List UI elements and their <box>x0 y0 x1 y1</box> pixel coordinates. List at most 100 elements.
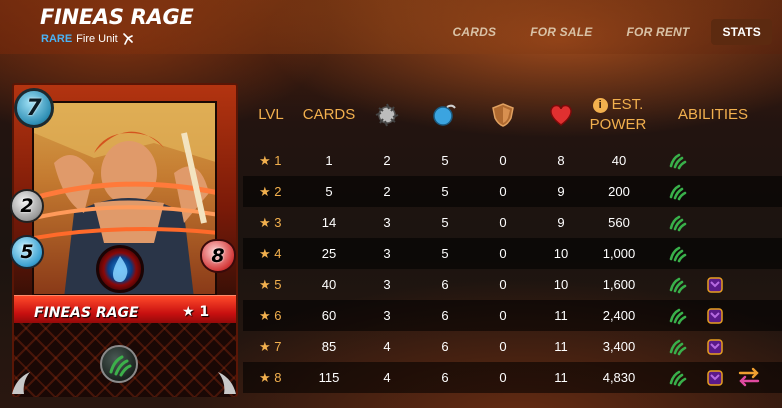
cell-armor: 0 <box>499 370 507 385</box>
tab-for-sale[interactable]: FOR SALE <box>518 19 604 45</box>
cell-lvl: ★ 3 <box>259 215 282 230</box>
table-header: LVL CARDS i EST. POWER ABILITIES <box>243 88 782 145</box>
cell-lvl: ★ 8 <box>259 370 282 385</box>
speed-orb: 5 <box>10 235 44 269</box>
cell-power: 1,000 <box>602 246 636 261</box>
melee-attack-icon <box>371 102 403 132</box>
cell-speed: 6 <box>441 370 449 385</box>
melee-attack-orb: 2 <box>10 189 44 223</box>
table-row: ★ 7 85 4 6 0 11 3,400 <box>243 331 782 362</box>
health-orb: 8 <box>200 239 236 273</box>
table-row: ★ 4 25 3 5 0 10 1,000 <box>243 238 782 269</box>
cell-cards: 14 <box>321 215 337 230</box>
cell-health: 11 <box>554 308 568 323</box>
cell-lvl: ★ 2 <box>259 184 282 199</box>
claw-icon[interactable] <box>667 336 687 356</box>
potion-icon[interactable] <box>705 305 725 325</box>
table-row: ★ 1 1 2 5 0 8 40 <box>243 145 782 176</box>
claw-icon[interactable] <box>667 181 687 201</box>
cell-armor: 0 <box>499 153 507 168</box>
cell-cards: 85 <box>321 339 337 354</box>
cell-attack: 3 <box>383 215 391 230</box>
cell-armor: 0 <box>499 339 507 354</box>
cell-speed: 5 <box>441 246 449 261</box>
header-lvl: LVL <box>258 106 284 123</box>
claw-icon[interactable] <box>667 305 687 325</box>
table-row: ★ 5 40 3 6 0 10 1,600 <box>243 269 782 300</box>
cell-speed: 6 <box>441 339 449 354</box>
rarity-label: RARE <box>41 33 73 45</box>
info-icon[interactable]: i <box>592 97 608 113</box>
cell-power: 40 <box>611 153 627 168</box>
cell-speed: 5 <box>441 153 449 168</box>
cell-power: 200 <box>608 184 630 199</box>
cell-health: 9 <box>557 184 565 199</box>
cell-lvl: ★ 5 <box>259 277 282 292</box>
cell-armor: 0 <box>499 215 507 230</box>
cell-attack: 4 <box>383 339 391 354</box>
cell-power: 3,400 <box>602 339 636 354</box>
claw-icon[interactable] <box>667 212 687 232</box>
cell-cards: 1 <box>325 153 333 168</box>
cell-power: 560 <box>608 215 630 230</box>
cell-power: 2,400 <box>602 308 636 323</box>
cell-health: 11 <box>554 339 568 354</box>
card-image: FINEAS RAGE ★ 1 7 2 5 8 <box>4 83 238 401</box>
mana-orb: 7 <box>14 88 54 128</box>
tab-for-rent[interactable]: FOR RENT <box>615 19 702 45</box>
cell-health: 9 <box>557 215 565 230</box>
cell-attack: 3 <box>383 246 391 261</box>
water-element-icon <box>96 245 144 293</box>
cell-lvl: ★ 7 <box>259 339 282 354</box>
cell-health: 10 <box>553 246 569 261</box>
cell-speed: 5 <box>441 215 449 230</box>
cell-health: 8 <box>557 153 565 168</box>
table-body: ★ 1 1 2 5 0 8 40 ★ 2 5 2 5 0 9 200 ★ 3 14 3 5 0 9 560 ★ 4 25 3 5… <box>243 145 782 393</box>
tab-stats[interactable]: STATS <box>711 19 772 45</box>
potion-icon[interactable] <box>705 336 725 356</box>
table-row: ★ 6 60 3 6 0 11 2,400 <box>243 300 782 331</box>
header-cards: CARDS <box>302 106 356 123</box>
claw-icon <box>100 345 138 383</box>
cell-lvl: ★ 4 <box>259 246 282 261</box>
header-est-power: i EST. POWER <box>583 94 653 135</box>
potion-icon[interactable] <box>705 274 725 294</box>
cell-attack: 2 <box>383 184 391 199</box>
unit-type-label: Fire Unit <box>76 33 118 45</box>
header-abilities: ABILITIES <box>677 106 749 123</box>
claw-icon[interactable] <box>667 367 687 387</box>
cell-armor: 0 <box>499 277 507 292</box>
cell-lvl: ★ 1 <box>259 153 282 168</box>
cell-cards: 60 <box>321 308 337 323</box>
stats-table: LVL CARDS i EST. POWER ABILITIES ★ 1 1 2… <box>243 88 782 393</box>
cell-cards: 115 <box>318 370 340 385</box>
claw-icon[interactable] <box>667 150 687 170</box>
header: FINEAS RAGE RARE Fire Unit CARDS FOR SAL… <box>0 0 782 54</box>
melee-type-icon <box>122 33 133 45</box>
cell-speed: 5 <box>441 184 449 199</box>
cell-health: 10 <box>553 277 569 292</box>
cell-armor: 0 <box>499 308 507 323</box>
cell-attack: 2 <box>383 153 391 168</box>
speed-icon <box>428 102 460 132</box>
potion-icon[interactable] <box>705 367 725 387</box>
cell-lvl: ★ 6 <box>259 308 282 323</box>
cell-cards: 40 <box>321 277 337 292</box>
cell-speed: 6 <box>441 277 449 292</box>
claw-icon[interactable] <box>667 274 687 294</box>
page-title: FINEAS RAGE <box>40 5 194 29</box>
card-level: ★ 1 <box>182 304 210 320</box>
card-subtitle: RARE Fire Unit <box>41 33 134 45</box>
table-row: ★ 8 115 4 6 0 11 4,830 <box>243 362 782 393</box>
cell-speed: 6 <box>441 308 449 323</box>
card-corner-ornament-left <box>12 372 30 394</box>
claw-icon[interactable] <box>667 243 687 263</box>
tab-cards[interactable]: CARDS <box>441 19 509 45</box>
nav-tabs: CARDS FOR SALE FOR RENT STATS <box>431 19 772 45</box>
cell-armor: 0 <box>499 184 507 199</box>
swap-arrows-icon[interactable] <box>737 367 760 387</box>
cell-power: 4,830 <box>602 370 636 385</box>
cell-attack: 3 <box>383 308 391 323</box>
cell-attack: 4 <box>383 370 391 385</box>
card-name: FINEAS RAGE <box>34 305 139 321</box>
